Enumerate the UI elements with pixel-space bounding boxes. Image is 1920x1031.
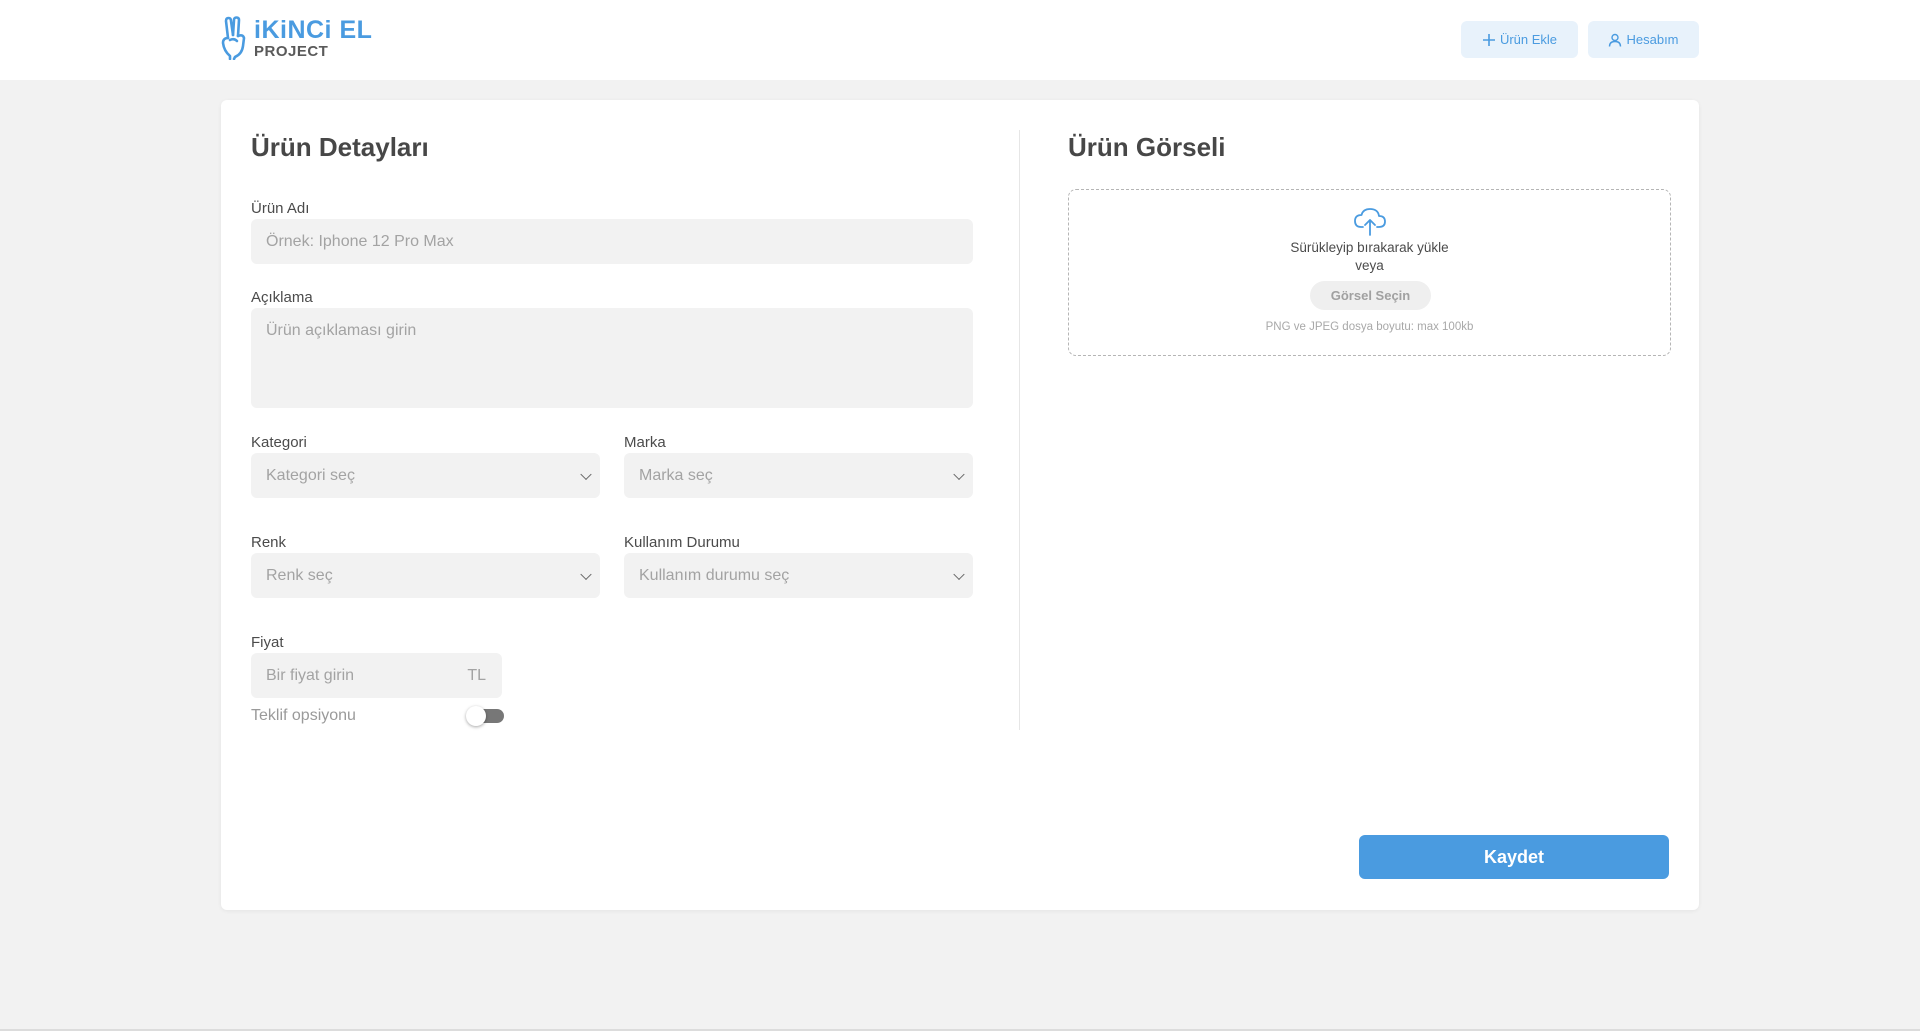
chevron-down-icon <box>953 468 965 480</box>
image-dropzone[interactable]: Sürükleyip bırakarak yükle veya Görsel S… <box>1068 189 1671 356</box>
chevron-down-icon <box>953 568 965 580</box>
brand-select[interactable]: Marka seç <box>624 453 973 498</box>
description-label: Açıklama <box>251 289 313 306</box>
plus-icon <box>1482 33 1495 46</box>
color-select[interactable]: Renk seç <box>251 553 600 598</box>
account-button[interactable]: Hesabım <box>1588 21 1699 58</box>
category-select[interactable]: Kategori seç <box>251 453 600 498</box>
color-label: Renk <box>251 534 287 551</box>
top-header: iKiNCi EL PROJECT Ürün Ekle Hesabım <box>0 0 1920 80</box>
condition-value: Kullanım durumu seç <box>639 566 790 584</box>
cloud-upload-icon <box>1354 208 1386 236</box>
brand-label: Marka <box>624 434 666 451</box>
currency-suffix: TL <box>467 666 486 684</box>
price-label: Fiyat <box>251 634 284 651</box>
logo-title: iKiNCi EL <box>254 15 373 44</box>
details-title: Ürün Detayları <box>251 132 429 162</box>
price-input[interactable]: Bir fiyat girin TL <box>251 653 502 698</box>
description-textarea[interactable]: Ürün açıklaması girin <box>251 308 973 408</box>
category-label: Kategori <box>251 434 307 451</box>
save-button[interactable]: Kaydet <box>1359 835 1669 879</box>
toggle-knob <box>466 706 486 726</box>
account-label: Hesabım <box>1626 32 1679 47</box>
offer-option-label: Teklif opsiyonu <box>251 707 356 724</box>
add-product-button[interactable]: Ürün Ekle <box>1461 21 1578 58</box>
offer-toggle[interactable] <box>466 706 504 726</box>
drop-or-text: veya <box>1355 258 1384 273</box>
price-placeholder: Bir fiyat girin <box>266 666 355 684</box>
hand-peace-icon <box>221 16 246 60</box>
category-value: Kategori seç <box>266 466 355 484</box>
drop-instruction: Sürükleyip bırakarak yükle <box>1290 240 1449 255</box>
brand-value: Marka seç <box>639 466 713 484</box>
chevron-down-icon <box>580 568 592 580</box>
condition-select[interactable]: Kullanım durumu seç <box>624 553 973 598</box>
chevron-down-icon <box>580 468 592 480</box>
color-value: Renk seç <box>266 566 333 584</box>
user-icon <box>1609 33 1622 47</box>
logo-subtitle: PROJECT <box>254 42 329 60</box>
add-product-label: Ürün Ekle <box>1499 32 1558 47</box>
product-name-input[interactable]: Örnek: Iphone 12 Pro Max <box>251 219 973 264</box>
file-size-note: PNG ve JPEG dosya boyutu: max 100kb <box>1265 321 1474 333</box>
column-divider <box>1019 130 1020 730</box>
choose-image-button[interactable]: Görsel Seçin <box>1310 281 1431 310</box>
product-form-card: Ürün Detayları Ürün Adı Örnek: Iphone 12… <box>221 100 1699 910</box>
logo[interactable]: iKiNCi EL PROJECT <box>220 16 372 60</box>
condition-label: Kullanım Durumu <box>624 534 740 551</box>
image-title: Ürün Görseli <box>1068 132 1226 162</box>
name-label: Ürün Adı <box>251 200 310 217</box>
